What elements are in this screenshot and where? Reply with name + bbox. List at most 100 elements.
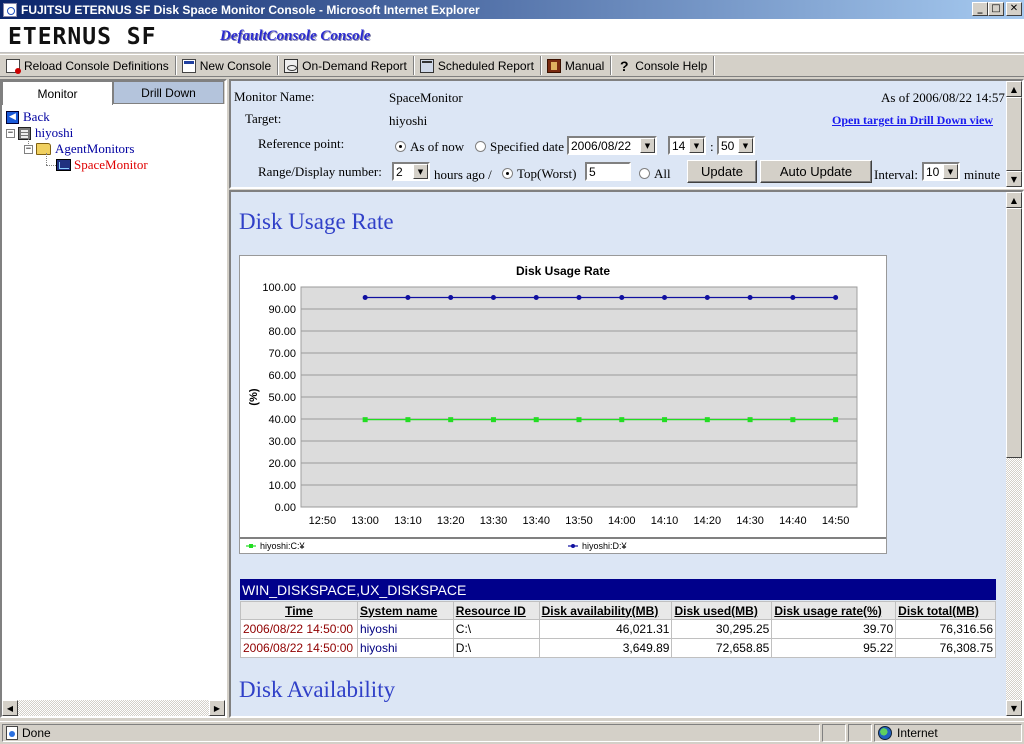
- hour-select[interactable]: 14 ▼: [668, 136, 706, 155]
- scroll-up-icon[interactable]: ▲: [1006, 81, 1022, 97]
- toolbar: Reload Console Definitions New Console O…: [0, 54, 1024, 77]
- data-point: [405, 295, 411, 301]
- chevron-down-icon[interactable]: ▼: [738, 138, 753, 153]
- radio-on-icon[interactable]: [395, 141, 406, 152]
- hours-ago-label: hours ago /: [434, 167, 492, 182]
- auto-update-button[interactable]: Auto Update: [760, 160, 872, 183]
- radio-off-icon[interactable]: [475, 141, 486, 152]
- cell-disk-used: 30,295.25: [671, 619, 773, 639]
- all-option[interactable]: All: [639, 166, 671, 182]
- data-point: [790, 417, 796, 423]
- col-system-name[interactable]: System name: [356, 601, 454, 620]
- target-value: hiyoshi: [389, 113, 428, 128]
- radio-off-icon[interactable]: [639, 168, 650, 179]
- scroll-down-icon[interactable]: ▼: [1006, 700, 1022, 716]
- col-disk-total[interactable]: Disk total(MB): [895, 601, 996, 620]
- col-resource-id[interactable]: Resource ID: [452, 601, 540, 620]
- data-point: [490, 417, 496, 423]
- collapse-icon[interactable]: −: [6, 128, 15, 138]
- reload-label: Reload Console Definitions: [24, 58, 169, 73]
- control-vertical-scrollbar[interactable]: ▲ ▼: [1006, 81, 1022, 187]
- left-horizontal-scrollbar[interactable]: ◀ ▶: [2, 700, 225, 716]
- tab-drill-down[interactable]: Drill Down: [113, 81, 224, 104]
- cell-disk-usage-rate: 95.22: [771, 638, 897, 658]
- col-disk-availability[interactable]: Disk availability(MB): [538, 601, 673, 620]
- range-select[interactable]: 2 ▼: [392, 162, 430, 181]
- interval-select[interactable]: 10 ▼: [922, 162, 960, 181]
- status-cell-empty: [848, 724, 872, 742]
- chart-title: Disk Usage Rate: [516, 264, 610, 278]
- scroll-left-icon[interactable]: ◀: [2, 700, 18, 716]
- disk-usage-chart: Disk Usage Rate 0.00 10.00 20.00 30.00 40.00…: [239, 255, 887, 554]
- scroll-track[interactable]: [18, 700, 209, 716]
- cell-resource-id: C:\: [452, 619, 540, 639]
- help-icon: ?: [620, 57, 629, 74]
- new-window-icon: [181, 58, 196, 73]
- manual-label: Manual: [564, 58, 605, 73]
- as-of-now-option[interactable]: As of now: [395, 139, 464, 155]
- scroll-thumb[interactable]: [1006, 97, 1022, 171]
- y-tick-label: 50.00: [268, 392, 296, 404]
- data-point: [576, 417, 582, 423]
- legend-marker: [249, 544, 253, 548]
- scheduled-report-button[interactable]: Scheduled Report: [418, 56, 541, 75]
- minute-select[interactable]: 50 ▼: [717, 136, 755, 155]
- legend-marker: [571, 544, 575, 548]
- scroll-thumb[interactable]: [1006, 208, 1022, 458]
- cell-disk-availability: 46,021.31: [538, 619, 673, 639]
- data-point: [448, 417, 454, 423]
- tree-item-space-monitor[interactable]: SpaceMonitor: [56, 157, 148, 173]
- interval-label: Interval:: [874, 167, 919, 182]
- top-worst-option[interactable]: Top(Worst): [502, 166, 576, 182]
- monitor-name-value: SpaceMonitor: [389, 90, 463, 105]
- data-point: [576, 295, 582, 301]
- data-point: [747, 417, 753, 423]
- tab-monitor[interactable]: Monitor: [2, 81, 113, 105]
- update-button[interactable]: Update: [687, 160, 757, 183]
- open-drill-down-link[interactable]: Open target in Drill Down view: [832, 113, 993, 128]
- table-row: 2006/08/22 14:50:00 hiyoshi C:\ 46,021.3…: [240, 619, 996, 639]
- reload-console-definitions-button[interactable]: Reload Console Definitions: [4, 56, 176, 75]
- scroll-down-icon[interactable]: ▼: [1006, 171, 1022, 187]
- chevron-down-icon[interactable]: ▼: [640, 138, 655, 153]
- cell-disk-used: 72,658.85: [671, 638, 773, 658]
- data-point: [533, 417, 539, 423]
- close-button[interactable]: ✕: [1006, 2, 1022, 16]
- new-console-button[interactable]: New Console: [180, 56, 279, 75]
- as-of-now-label: As of now: [410, 139, 465, 154]
- scroll-right-icon[interactable]: ▶: [209, 700, 225, 716]
- data-point: [662, 295, 668, 301]
- target-label: Target:: [245, 111, 282, 126]
- col-disk-used[interactable]: Disk used(MB): [671, 601, 773, 620]
- y-tick-label: 40.00: [268, 414, 296, 426]
- chevron-down-icon[interactable]: ▼: [689, 138, 704, 153]
- chevron-down-icon[interactable]: ▼: [413, 164, 428, 179]
- tree-item-back[interactable]: ◀ Back: [6, 109, 50, 125]
- maximize-button[interactable]: □: [988, 2, 1004, 16]
- date-select[interactable]: 2006/08/22 ▼: [567, 136, 657, 155]
- radio-on-icon[interactable]: [502, 168, 513, 179]
- y-tick-label: 100.00: [262, 282, 296, 294]
- data-point: [533, 295, 539, 301]
- tree-item-agent-monitors[interactable]: − AgentMonitors: [24, 141, 134, 157]
- col-disk-usage-rate[interactable]: Disk usage rate(%): [771, 601, 897, 620]
- chevron-down-icon[interactable]: ▼: [943, 164, 958, 179]
- top-count-input[interactable]: 5: [585, 162, 631, 181]
- console-help-button[interactable]: ? Console Help: [615, 56, 715, 75]
- minimize-button[interactable]: _: [972, 2, 988, 16]
- x-tick-label: 14:20: [694, 515, 722, 527]
- tree-item-host[interactable]: − hiyoshi: [6, 125, 73, 141]
- brand-logo: ETERNUS SF: [8, 24, 157, 50]
- main-vertical-scrollbar[interactable]: ▲ ▼: [1006, 192, 1022, 716]
- col-time[interactable]: Time: [240, 601, 358, 620]
- on-demand-report-button[interactable]: On-Demand Report: [282, 56, 414, 75]
- disk-space-table: Time System name Resource ID Disk availa…: [240, 601, 996, 658]
- folder-icon: [36, 143, 51, 155]
- collapse-icon[interactable]: −: [24, 144, 33, 154]
- specified-date-option[interactable]: Specified date: [475, 139, 564, 155]
- manual-button[interactable]: Manual: [545, 56, 612, 75]
- y-tick-label: 60.00: [268, 370, 296, 382]
- x-tick-label: 12:50: [309, 515, 337, 527]
- tree-label-agent-monitors: AgentMonitors: [55, 141, 135, 156]
- scroll-up-icon[interactable]: ▲: [1006, 192, 1022, 208]
